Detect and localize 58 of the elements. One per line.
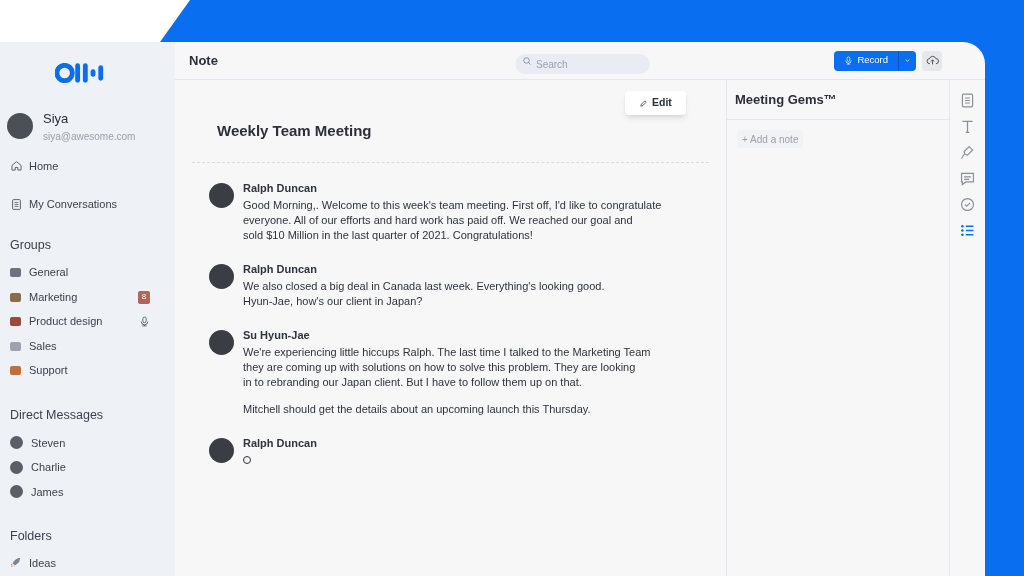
- message-text: We also closed a big deal in Canada last week. Everything's looking good. Hyun-Jae, how's our client in Japan?: [243, 279, 605, 309]
- group-label: Sales: [29, 338, 58, 354]
- cloud-upload-icon: [925, 54, 939, 67]
- check-circle-icon[interactable]: [959, 196, 976, 213]
- group-item[interactable]: Support: [10, 358, 175, 383]
- group-label: Product design: [29, 314, 104, 330]
- list-icon[interactable]: [959, 222, 976, 239]
- document-icon[interactable]: [959, 92, 976, 109]
- comment-icon[interactable]: [959, 170, 976, 187]
- home-icon: [10, 159, 23, 173]
- contact-avatar: [10, 485, 23, 499]
- speaker-name: Ralph Duncan: [243, 181, 318, 196]
- count-badge: 8: [138, 290, 150, 304]
- user-email: siya@awesome.com: [43, 129, 136, 144]
- document-icon: [10, 197, 23, 211]
- nav-item[interactable]: My Conversations: [10, 196, 175, 213]
- speaker-avatar: [209, 183, 234, 208]
- text-icon[interactable]: [959, 118, 976, 135]
- user-name: Siya: [43, 110, 70, 128]
- contact-item[interactable]: James: [10, 479, 175, 504]
- rocket-icon: [10, 557, 21, 569]
- section-heading: Folders: [10, 528, 53, 545]
- caret-icon: [903, 56, 912, 65]
- panel-title: Meeting Gems™: [727, 80, 949, 120]
- section-heading: Groups: [10, 236, 52, 254]
- search-field[interactable]: Search: [515, 54, 650, 74]
- group-item[interactable]: Product design: [10, 309, 175, 334]
- speaker-avatar: [209, 438, 234, 463]
- user-avatar: [7, 113, 33, 140]
- note-title: Weekly Team Meeting: [217, 121, 372, 141]
- group-item[interactable]: General: [10, 260, 175, 285]
- edit-button[interactable]: Edit: [625, 91, 686, 115]
- page-title: Note: [189, 51, 219, 70]
- pencil-icon: [639, 98, 648, 108]
- contact-avatar: [10, 436, 23, 450]
- folder-item[interactable]: Ideas: [10, 551, 175, 574]
- speaker-avatar: [209, 330, 234, 355]
- highlighter-icon[interactable]: [959, 144, 976, 161]
- group-label: General: [29, 265, 70, 281]
- search-icon: [522, 55, 532, 66]
- message-text: Mitchell should get the details about an upcoming launch this Thursday.: [243, 402, 591, 417]
- section-heading: Direct Messages: [10, 406, 105, 424]
- upload-button[interactable]: [922, 50, 942, 71]
- contact-avatar: [10, 460, 23, 474]
- message-text: Good Morning,. Welcome to this week's team meeting. First off, I'd like to congratulate everyone. All of our efforts and hard work has paid off. We reached our goal and sold $10 Million in the last quarter of 2021. Congratulations!: [243, 198, 662, 243]
- microphone-icon: [844, 56, 854, 65]
- message-text: We're experiencing little hiccups Ralph. The last time I talked to the Marketing Team they are coming up with solutions on how to solve this problem. They are looking in to rebranding our Japan client. But I have to follow them up on that.: [243, 345, 651, 390]
- contact-item[interactable]: Steven: [10, 430, 175, 455]
- speaker-name: Ralph Duncan: [243, 436, 318, 451]
- group-label: Marketing: [29, 289, 79, 305]
- group-item[interactable]: Sales: [10, 333, 175, 359]
- nav-item[interactable]: Home: [10, 157, 175, 174]
- speaker-avatar: [209, 264, 234, 289]
- speaker-name: Su Hyun-Jae: [243, 328, 311, 343]
- group-label: Support: [29, 363, 69, 379]
- group-item[interactable]: Marketing 8: [10, 284, 175, 310]
- speaker-name: Ralph Duncan: [243, 262, 318, 277]
- contact-item[interactable]: Charlie: [10, 455, 175, 480]
